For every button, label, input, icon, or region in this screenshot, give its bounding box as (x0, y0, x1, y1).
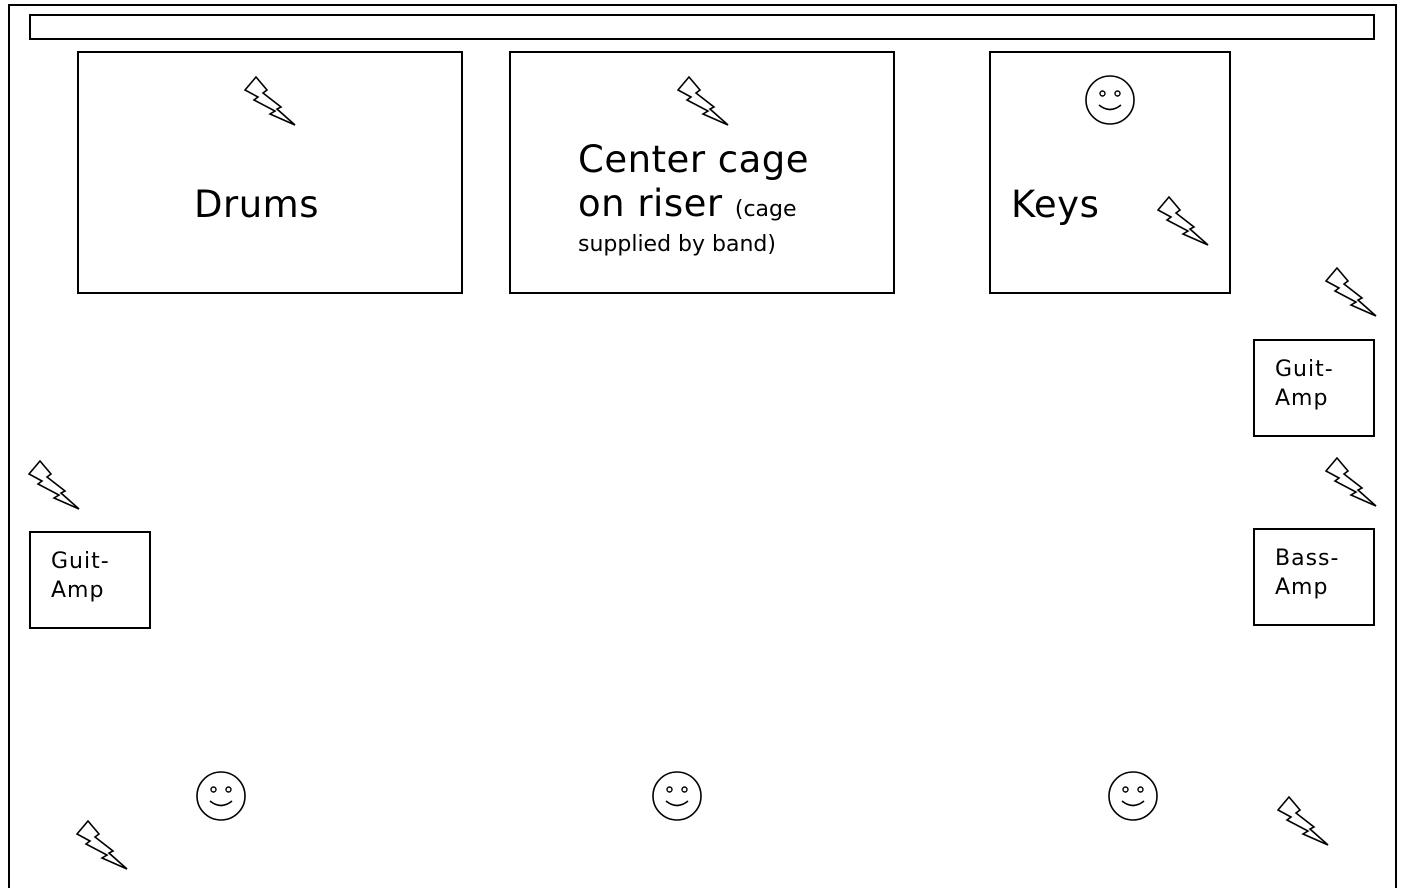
center-cage-text: Center cage on riser (cage supplied by b… (578, 138, 809, 258)
drums-label: Drums (194, 183, 319, 226)
keys-label: Keys (1011, 183, 1100, 226)
lightning-bolt-icon (1277, 796, 1329, 846)
lightning-bolt-icon (28, 460, 80, 510)
stage-front-bar (29, 14, 1375, 40)
guitar-amp-right-line1: Guit- (1275, 357, 1334, 382)
smiley-face-icon (195, 770, 247, 822)
lightning-bolt-icon (677, 76, 729, 126)
guitar-amp-left-line2: Amp (51, 578, 105, 603)
center-cage-note-open: (cage (734, 197, 797, 222)
center-cage-line1: Center cage (578, 138, 810, 181)
center-cage-note: supplied by band) (578, 232, 776, 257)
guitar-amp-right-line2: Amp (1275, 386, 1329, 411)
guitar-amp-right-text: Guit- Amp (1275, 355, 1334, 413)
center-cage-line2: on riser (cage (578, 182, 809, 232)
lightning-bolt-icon (1157, 196, 1209, 246)
guitar-amp-right: Guit- Amp (1253, 339, 1375, 437)
smiley-face-icon (1084, 74, 1136, 126)
center-cage-riser: on riser (578, 182, 723, 225)
smiley-face-icon (1107, 770, 1159, 822)
bass-amp-line2: Amp (1275, 575, 1329, 600)
bass-amp-text: Bass- Amp (1275, 544, 1339, 602)
bass-amp-line1: Bass- (1275, 546, 1340, 571)
guitar-amp-left: Guit- Amp (29, 531, 151, 629)
lightning-bolt-icon (1325, 457, 1377, 507)
lightning-bolt-icon (244, 76, 296, 126)
guitar-amp-left-text: Guit- Amp (51, 547, 110, 605)
lightning-bolt-icon (1325, 267, 1377, 317)
smiley-face-icon (651, 770, 703, 822)
lightning-bolt-icon (76, 820, 128, 870)
guitar-amp-left-line1: Guit- (51, 549, 110, 574)
bass-amp: Bass- Amp (1253, 528, 1375, 626)
